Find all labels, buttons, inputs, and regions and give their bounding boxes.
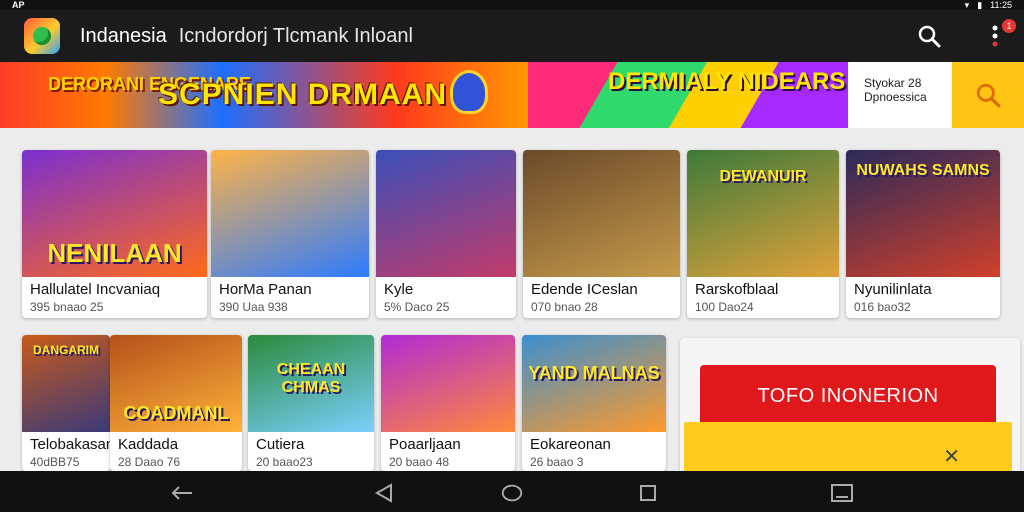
app-subtitle: Icndordorj Tlcmank Inloanl [178,24,413,47]
game-meta: 20 baao23 [256,455,313,469]
game-card[interactable]: COADMANL Kaddada 28 Daao 76 [110,335,242,471]
game-art: YAND MALNAS [522,335,666,432]
game-card[interactable]: Edende ICeslan 070 bnao 28 [523,150,680,318]
game-art-label: COADMANL [123,403,229,423]
status-icons: ▾ ▮ 11:25 [965,0,1012,10]
game-title: Edende ICeslan [531,281,638,298]
banner-headline: SCPNIEN DRMAAN [158,78,448,111]
game-art: COADMANL [110,335,242,432]
game-card[interactable]: Poaarljaan 20 baao 48 [381,335,515,471]
game-title: Nyunilinlata [854,281,932,298]
game-title: HorMa Panan [219,281,312,298]
home-circle-icon [501,484,523,502]
back-button[interactable] [170,483,194,503]
recents-button[interactable] [636,483,660,503]
back-arrow-icon [171,486,192,500]
game-meta: 20 baao 48 [389,455,450,469]
search-button[interactable] [914,21,944,51]
game-title: Kaddada [118,436,179,453]
banner-promo[interactable]: DERMIALY NIDEARS [528,62,848,128]
search-icon [976,83,1001,108]
game-card[interactable]: HorMa Panan 390 Uaa 938 [211,150,369,318]
close-icon[interactable]: ✕ [943,444,960,469]
game-meta: 395 bnaao 25 [30,300,104,314]
triangle-back-icon [374,483,392,503]
game-title: Eokareonan [530,436,611,453]
game-meta: 5% Daco 25 [384,300,450,314]
game-title: Telobakasan [30,436,110,453]
game-art: CHEAAN CHMAS [248,335,374,432]
game-meta: 390 Uaa 938 [219,300,288,314]
game-art-label: CHEAAN CHMAS [276,361,346,396]
banner-search-button[interactable] [952,62,1024,128]
screenshot-icon [831,484,853,502]
game-title: Kyle [384,281,414,298]
game-meta: 28 Daao 76 [118,455,181,469]
banner-main[interactable]: DERORANI ENGENARE SCPNIEN DRMAAN [0,62,528,128]
battery-icon: ▮ [977,0,983,10]
banner-info-line2: Dpnoessica [864,90,927,104]
game-art: DANGARIM [22,335,110,432]
game-art [523,150,680,277]
notification-badge: 1 [1002,19,1016,33]
game-card[interactable]: CHEAAN CHMAS Cutiera 20 baao23 [248,335,374,471]
game-meta: 100 Dao24 [695,300,754,314]
game-art-label: DEWANUIR [719,168,807,185]
system-nav-bar [0,471,1024,512]
game-art-label: DANGARIM [33,343,99,357]
game-card[interactable]: NUWAHS SAMNS Nyunilinlata 016 bao32 [846,150,1000,318]
game-art-label: NENILAAN [47,238,182,268]
more-vert-icon [992,25,998,47]
nav-back-button[interactable] [372,483,396,503]
game-title: Poaarljaan [389,436,461,453]
game-card[interactable]: YAND MALNAS Eokareonan 26 baao 3 [522,335,666,471]
overflow-menu-button[interactable]: 1 [980,19,1016,51]
banner-promo-text: DERMIALY NIDEARS [608,68,846,95]
mascot-icon [450,70,488,114]
app-bar: Indanesia Icndordorj Tlcmank Inloanl 1 [0,10,1024,62]
game-meta: 070 bnao 28 [531,300,598,314]
game-art [211,150,369,277]
game-card[interactable]: DEWANUIR Rarskofblaal 100 Dao24 [687,150,839,318]
banner-info: Styokar 28 Dpnoessica [848,62,952,128]
game-meta: 016 bao32 [854,300,911,314]
game-title: Rarskofblaal [695,281,779,298]
game-title: Hallulatel Incvaniaq [30,281,161,298]
game-card[interactable]: NENILAAN Hallulatel Incvaniaq 395 bnaao … [22,150,207,318]
side-panel: TOFO INONERION ✕ [680,338,1020,478]
recents-square-icon [640,485,656,501]
game-art: DEWANUIR [687,150,839,277]
search-icon [918,25,941,48]
game-meta: 40dBB75 [30,455,80,469]
status-bar: AP ▾ ▮ 11:25 [0,0,1024,10]
screenshot-button[interactable] [830,483,854,503]
game-art [381,335,515,432]
status-time: 11:25 [990,0,1012,10]
game-art: NENILAAN [22,150,207,277]
hero-banner[interactable]: DERORANI ENGENARE SCPNIEN DRMAAN DERMIAL… [0,62,1024,128]
game-meta: 26 baao 3 [530,455,584,469]
game-card[interactable]: Kyle 5% Daco 25 [376,150,516,318]
game-art [376,150,516,277]
carrier-label: AP [12,0,25,10]
game-title: Cutiera [256,436,305,453]
home-button[interactable] [500,483,524,503]
primary-cta-button[interactable]: TOFO INONERION [700,365,996,427]
wifi-icon: ▾ [964,0,970,10]
game-card[interactable]: DANGARIM Telobakasan 40dBB75 [22,335,110,471]
app-logo-icon[interactable] [24,18,60,54]
app-title: Indanesia [80,24,167,47]
banner-info-line1: Styokar 28 [864,76,922,90]
game-art-label: YAND MALNAS [528,363,660,383]
secondary-cta-button[interactable]: ✕ [684,422,1012,474]
game-art-label: NUWAHS SAMNS [856,162,990,179]
game-art: NUWAHS SAMNS [846,150,1000,277]
